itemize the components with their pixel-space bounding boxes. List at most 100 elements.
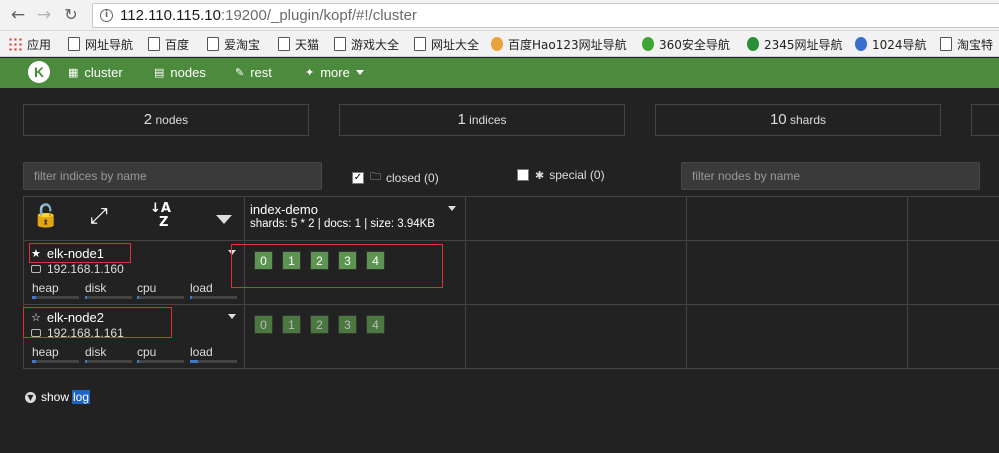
bookmark-label: 应用 (27, 37, 52, 52)
disk-bar (85, 360, 132, 363)
cpu-bar (137, 296, 184, 299)
edit-icon: ✎ (235, 66, 245, 79)
shard-replica[interactable]: 1 (282, 315, 301, 334)
bookmark-item[interactable]: 1024导航 (855, 36, 927, 52)
reload-icon[interactable]: ↻ (61, 5, 81, 25)
bookmark-item[interactable]: 天猫 (278, 36, 319, 52)
bookmark-item[interactable]: 游戏大全 (334, 36, 399, 52)
info-icon[interactable]: i (100, 9, 113, 22)
bookmark-item[interactable]: 网址大全 (414, 36, 479, 52)
load-bar (190, 296, 237, 299)
wand-icon: ✦ (305, 66, 315, 79)
bookmark-item[interactable]: 爱淘宝 (207, 36, 260, 52)
forward-arrow-icon[interactable]: → (34, 5, 54, 25)
stat-shards: 10 shards (655, 104, 941, 136)
shard-replica[interactable]: 3 (338, 315, 357, 334)
bookmark-label: 百度 (165, 37, 190, 52)
annotation-box (23, 307, 172, 338)
grid-divider (907, 196, 908, 369)
page-icon (278, 37, 290, 51)
bookmarks-bar: 应用 网址导航 百度 爱淘宝 天猫 游戏大全 网址大全 百度Hao123网址导航… (0, 31, 999, 57)
shard-replica[interactable]: 0 (254, 315, 273, 334)
bookmark-apps[interactable]: 应用 (8, 36, 51, 52)
bar-fill (85, 360, 87, 363)
bar-fill (32, 296, 36, 299)
address-bar[interactable]: i 112.110.115.10:19200/_plugin/kopf/#!/c… (92, 3, 999, 28)
filter-nodes-input[interactable]: filter nodes by name (681, 162, 980, 190)
bookmark-item[interactable]: 淘宝特 (940, 36, 993, 52)
unlock-icon[interactable]: 🔓 (32, 204, 59, 229)
asterisk-icon: ✱ (535, 168, 545, 182)
bookmark-item[interactable]: 360安全导航 (642, 36, 730, 52)
stat-label: shards (790, 113, 827, 127)
url-host: 112.110.115.10 (120, 7, 221, 24)
grid-divider (465, 196, 466, 369)
grid-divider (23, 304, 999, 305)
page-icon (940, 37, 952, 51)
stat-number: 10 (769, 111, 787, 128)
kopf-navbar: K ▦ cluster ▤ nodes ✎ rest ✦ more (0, 58, 999, 88)
show-log-toggle[interactable]: ▼ show log (25, 390, 91, 404)
metric-load: load (190, 281, 213, 295)
nav-nodes[interactable]: ▤ nodes (154, 65, 206, 80)
metric-disk: disk (85, 281, 107, 295)
bookmark-label: 网址导航 (85, 37, 134, 52)
hao123-icon (491, 37, 503, 51)
special-checkbox[interactable]: ✱ special (0) (517, 168, 605, 182)
bookmark-item[interactable]: 网址导航 (68, 36, 133, 52)
360-icon (642, 37, 654, 51)
bookmark-item[interactable]: 2345网址导航 (747, 36, 843, 52)
bookmark-label: 游戏大全 (351, 37, 400, 52)
url-path: :19200/_plugin/kopf/#!/cluster (220, 7, 417, 24)
nav-label: nodes (170, 65, 206, 80)
stat-nodes: 2 nodes (23, 104, 309, 136)
page-icon (414, 37, 426, 51)
server-icon: ▤ (154, 66, 165, 79)
bookmark-label: 百度Hao123网址导航 (508, 37, 627, 52)
cpu-bar (137, 360, 184, 363)
nav-label: cluster (84, 65, 123, 80)
index-name[interactable]: index-demo (250, 202, 318, 217)
checkbox-checked-icon[interactable]: ✓ (352, 171, 364, 184)
log-label: log (72, 390, 91, 404)
checkbox-label: closed (0) (386, 170, 439, 185)
back-arrow-icon[interactable]: ← (8, 5, 28, 25)
heap-bar (32, 296, 79, 299)
bookmark-label: 360安全导航 (659, 37, 730, 52)
kopf-logo[interactable]: K (28, 61, 50, 83)
chevron-down-icon[interactable] (228, 314, 236, 319)
bookmark-label: 1024导航 (872, 37, 927, 52)
node-ip-label: 192.168.1.160 (47, 262, 124, 276)
bar-fill (32, 360, 36, 363)
sort-alpha-icon[interactable]: ↓A Z (150, 202, 171, 230)
heap-bar (32, 360, 79, 363)
metric-heap: heap (32, 281, 59, 295)
closed-checkbox[interactable]: ✓ 🗀 closed (0) (352, 168, 439, 187)
filter-indices-input[interactable]: filter indices by name (23, 162, 322, 190)
index-meta: shards: 5 * 2 | docs: 1 | size: 3.94KB (250, 218, 435, 230)
metric-cpu: cpu (137, 345, 157, 359)
bar-fill (85, 296, 87, 299)
stat-more (971, 104, 999, 136)
bookmark-item[interactable]: 百度 (148, 36, 189, 52)
1024-icon (855, 37, 867, 51)
nav-more[interactable]: ✦ more (305, 65, 364, 80)
browser-toolbar: ← → ↻ i 112.110.115.10:19200/_plugin/kop… (0, 0, 999, 31)
expand-icon[interactable]: ⤢ (90, 204, 108, 229)
checkbox-icon[interactable] (517, 169, 529, 181)
sitemap-icon: ▦ (68, 66, 79, 79)
bar-fill (137, 296, 139, 299)
nav-rest[interactable]: ✎ rest (235, 65, 272, 80)
shard-replica[interactable]: 2 (310, 315, 329, 334)
chevron-down-icon[interactable] (448, 206, 456, 211)
shard-replica[interactable]: 4 (366, 315, 385, 334)
grid-divider (686, 196, 687, 369)
disk-bar (85, 296, 132, 299)
chevron-down-icon[interactable] (216, 215, 232, 224)
metric-cpu: cpu (137, 281, 157, 295)
bar-fill (137, 360, 139, 363)
nav-cluster[interactable]: ▦ cluster (68, 65, 123, 80)
bookmark-item[interactable]: 百度Hao123网址导航 (491, 36, 627, 52)
stat-label: nodes (155, 113, 189, 127)
node-ip: 192.168.1.160 (31, 262, 124, 276)
